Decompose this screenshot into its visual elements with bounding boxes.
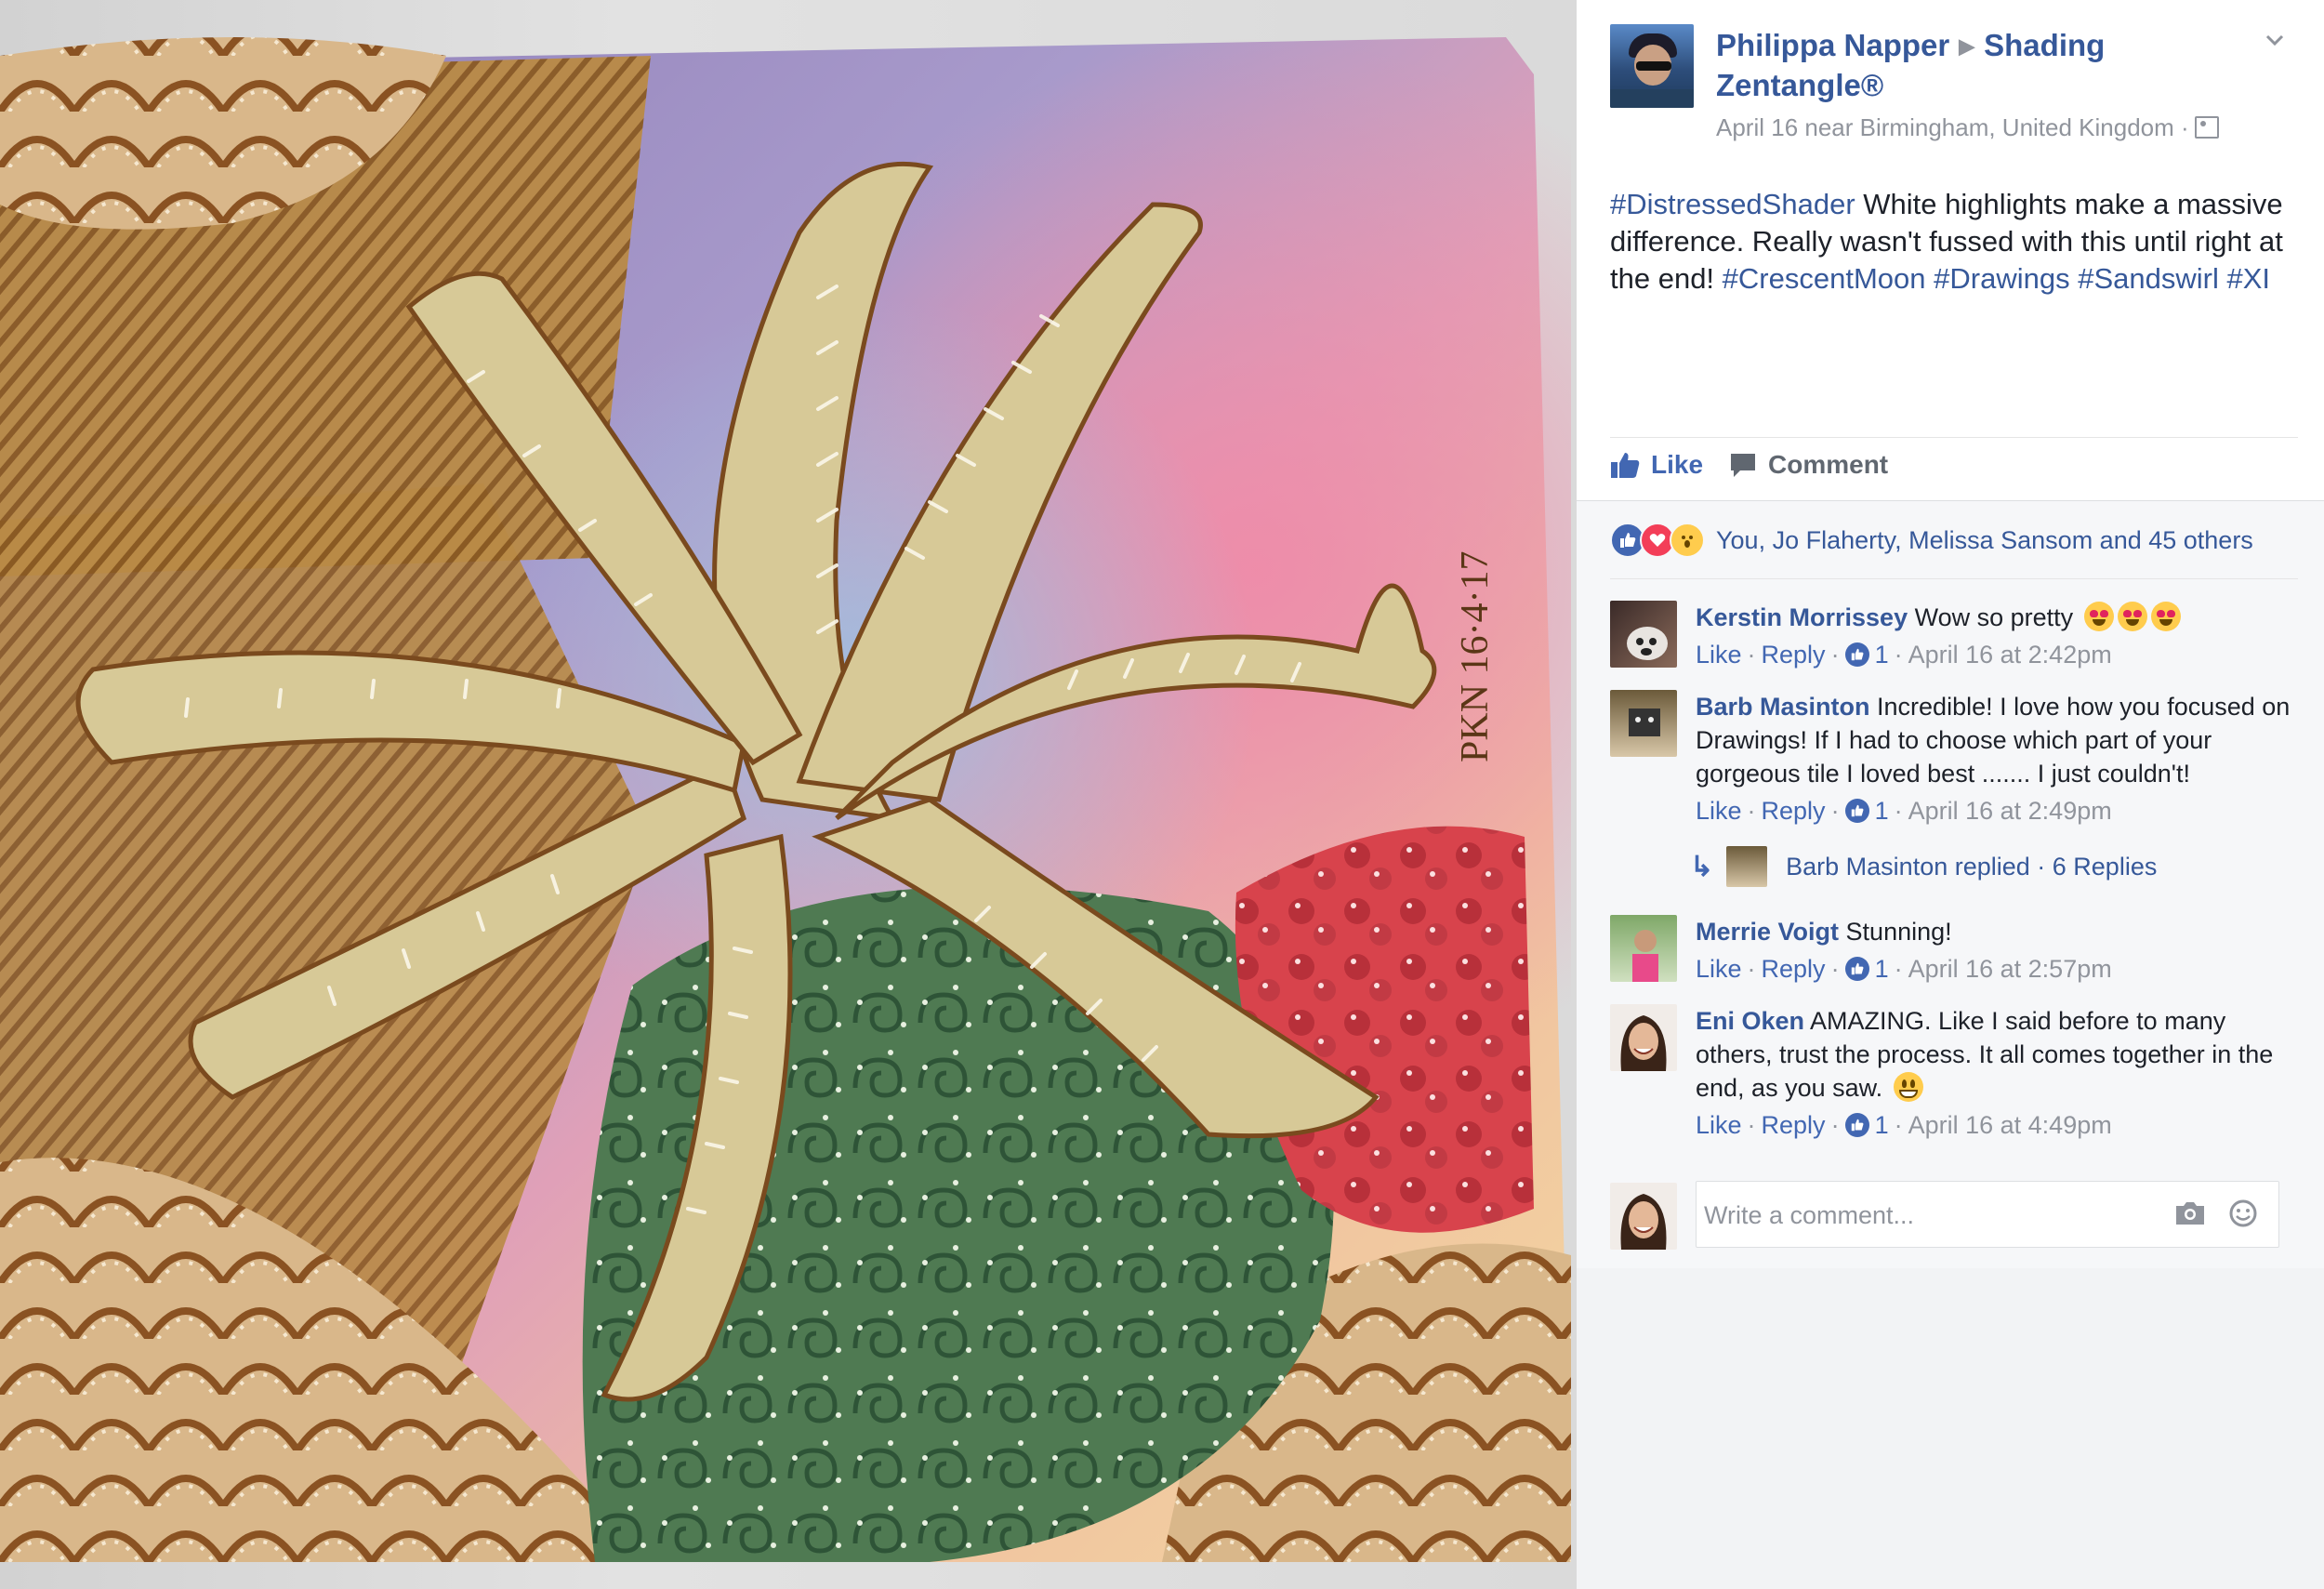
heart-eyes-emoji-icon: [2150, 602, 2181, 631]
page-background: [1577, 1268, 2324, 1589]
post-photo[interactable]: PKN 16·4·17: [0, 0, 1577, 1589]
comment-reply-link[interactable]: Reply: [1762, 794, 1826, 828]
comment-button[interactable]: Comment: [1729, 450, 2324, 480]
like-label: Like: [1651, 450, 1704, 479]
reactions-summary[interactable]: You, Jo Flaherty, Melissa Sansom and 45 …: [1716, 526, 2253, 555]
comment-input[interactable]: Write a comment...: [1696, 1181, 2279, 1248]
comment-timestamp[interactable]: April 16 at 2:49pm: [1908, 794, 2112, 828]
comment-like-count[interactable]: 1: [1875, 952, 1889, 986]
zentangle-artwork: PKN 16·4·17: [0, 37, 1571, 1562]
comment-reply-link[interactable]: Reply: [1762, 638, 1826, 671]
commenter-name[interactable]: Merrie Voigt: [1696, 918, 1839, 946]
comment-bubble-icon: [1731, 454, 1755, 477]
author-avatar[interactable]: [1610, 24, 1694, 108]
thumbs-up-icon: [1611, 453, 1640, 478]
divider: [1610, 437, 2298, 438]
divider: [1610, 578, 2298, 579]
hashtag-link[interactable]: #Drawings: [1934, 262, 2069, 295]
emoji-picker-icon[interactable]: [2228, 1198, 2258, 1228]
like-count-icon: [1844, 957, 1869, 981]
comment-reply-link[interactable]: Reply: [1762, 1108, 1826, 1142]
comment-label: Comment: [1768, 450, 1889, 479]
post-text: #DistressedShader White highlights make …: [1610, 186, 2298, 298]
commenter-avatar[interactable]: [1610, 1004, 1677, 1071]
comment-text: Stunning!: [1845, 918, 1952, 946]
comment-like-link[interactable]: Like: [1696, 952, 1742, 986]
comment-timestamp[interactable]: April 16 at 4:49pm: [1908, 1108, 2112, 1142]
hashtag-link[interactable]: #DistressedShader: [1610, 188, 1855, 220]
author-name-link[interactable]: Philippa Napper: [1716, 28, 1949, 62]
audience-icon[interactable]: [2194, 116, 2219, 139]
heart-eyes-emoji-icon: [2117, 602, 2147, 631]
artist-signature: PKN 16·4·17: [1454, 551, 1497, 763]
comment-reply-link[interactable]: Reply: [1762, 952, 1826, 986]
commenter-avatar[interactable]: [1610, 601, 1677, 668]
hashtag-link[interactable]: #CrescentMoon: [1723, 262, 1926, 295]
comment-like-link[interactable]: Like: [1696, 1108, 1742, 1142]
comment-like-link[interactable]: Like: [1696, 638, 1742, 671]
comment-meta: Like · Reply · 1 · April 16 at 4:49pm: [1696, 1108, 2300, 1142]
comment-like-count[interactable]: 1: [1875, 638, 1889, 671]
post-actions: Like Comment: [1610, 444, 2298, 495]
commenter-avatar[interactable]: [1610, 690, 1677, 757]
comment-meta: Like · Reply · 1 · April 16 at 2:57pm: [1696, 952, 2300, 986]
comment-timestamp[interactable]: April 16 at 2:57pm: [1908, 952, 2112, 986]
camera-icon[interactable]: [2174, 1200, 2206, 1226]
comment-like-count[interactable]: 1: [1875, 1108, 1889, 1142]
like-count-icon: [1844, 642, 1869, 667]
post-meta: April 16 near Birmingham, United Kingdom…: [1716, 113, 2219, 142]
grinning-face-emoji-icon: [1893, 1072, 1923, 1102]
comment-meta: Like · Reply · 1 · April 16 at 2:49pm: [1696, 794, 2300, 828]
chevron-down-icon[interactable]: [2265, 30, 2285, 50]
comment-placeholder: Write a comment...: [1704, 1201, 1915, 1229]
commenter-name[interactable]: Kerstin Morrissey: [1696, 603, 1908, 631]
hashtag-link[interactable]: #Sandswirl: [2078, 262, 2219, 295]
comment-meta: Like · Reply · 1 · April 16 at 2:42pm: [1696, 638, 2300, 671]
hashtag-link[interactable]: #XI: [2226, 262, 2270, 295]
comment-text: Wow so pretty: [1914, 603, 2074, 631]
post-timestamp-location[interactable]: April 16 near Birmingham, United Kingdom…: [1716, 113, 2189, 141]
replies-summary[interactable]: Barb Masinton replied · 6 Replies: [1786, 853, 2157, 881]
commenter-name[interactable]: Eni Oken: [1696, 1007, 1804, 1035]
reply-arrow-icon: ↳: [1690, 851, 1714, 882]
heart-eyes-emoji-icon: [2083, 602, 2114, 631]
current-user-avatar: [1610, 1183, 1677, 1250]
post-header: Philippa Napper ▶ Shading Zentangle® April…: [1610, 24, 2298, 145]
comment-composer: Write a comment...: [1610, 1181, 2298, 1250]
wow-reaction-icon: [1670, 523, 1705, 558]
commenter-name[interactable]: Barb Masinton: [1696, 693, 1870, 721]
comment-timestamp[interactable]: April 16 at 2:42pm: [1908, 638, 2112, 671]
triangle-right-icon: ▶: [1959, 34, 1975, 58]
like-button[interactable]: Like: [1610, 450, 1703, 480]
commenter-avatar[interactable]: [1610, 915, 1677, 982]
like-count-icon: [1844, 799, 1869, 823]
comment-like-count[interactable]: 1: [1875, 794, 1889, 828]
like-count-icon: [1844, 1113, 1869, 1137]
comment-like-link[interactable]: Like: [1696, 794, 1742, 828]
author-line: Philippa Napper ▶ Shading Zentangle®: [1716, 26, 2237, 105]
replier-avatar: [1726, 846, 1768, 887]
reactions-bar[interactable]: You, Jo Flaherty, Melissa Sansom and 45 …: [1610, 523, 2253, 558]
view-replies-link[interactable]: ↳ Barb Masinton replied · 6 Replies: [1690, 846, 2157, 887]
